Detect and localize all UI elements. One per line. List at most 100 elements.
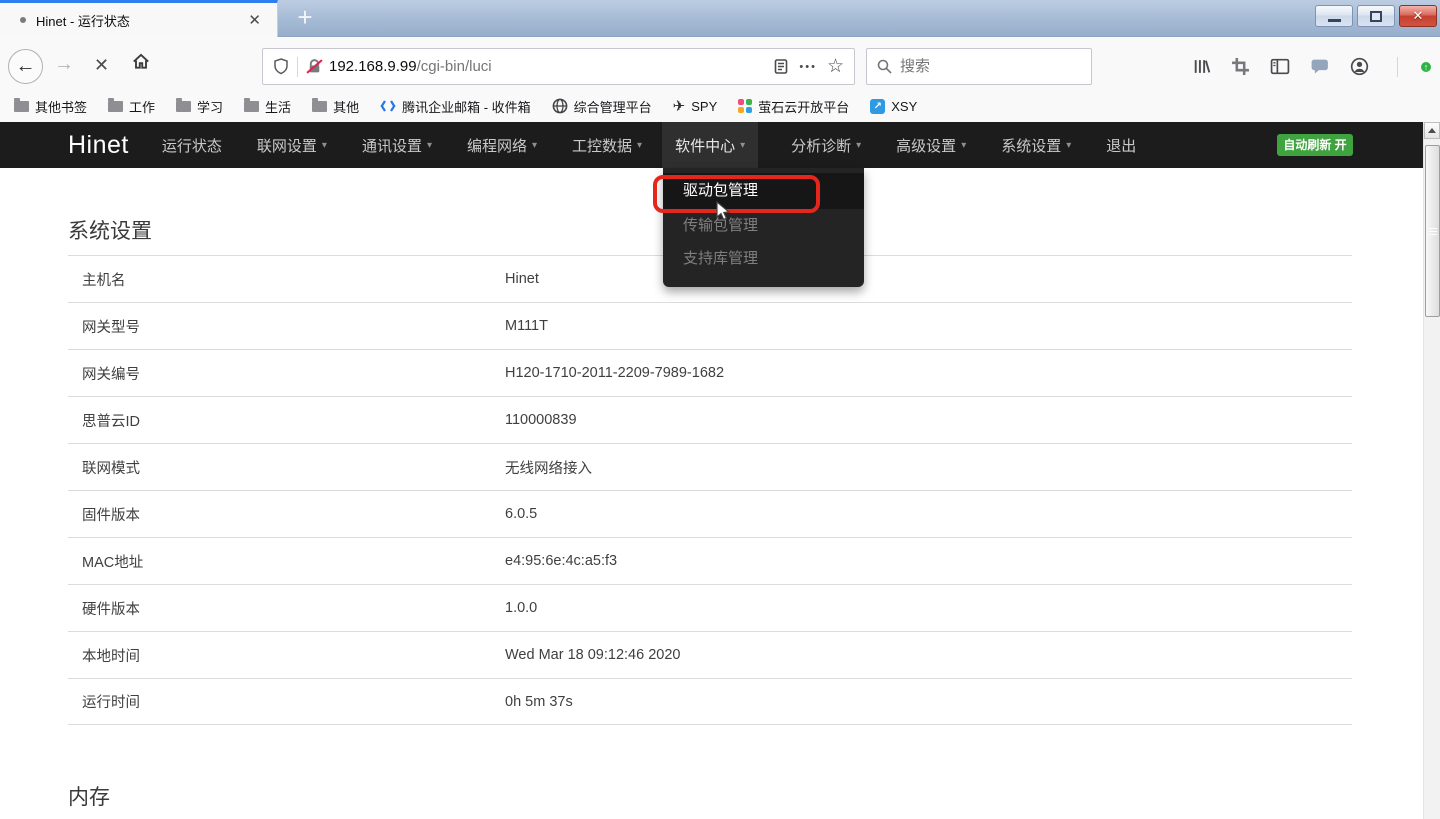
minimize-button[interactable] [1315, 5, 1353, 27]
nav-comm-settings[interactable]: 通讯设置▾ [360, 122, 434, 168]
bookmark-xsy[interactable]: ↗ XSY [870, 99, 917, 114]
search-icon [877, 59, 892, 74]
triangle-up-icon [1428, 128, 1436, 133]
chat-icon[interactable] [1310, 57, 1330, 76]
globe-icon [552, 98, 568, 114]
url-bar[interactable]: 192.168.9.99/cgi-bin/luci ••• ☆ [262, 48, 855, 85]
close-button[interactable]: ✕ [1399, 5, 1437, 27]
table-row: 网关型号M111T [68, 302, 1352, 349]
bookmark-folder-other-bookmarks[interactable]: 其他书签 [14, 97, 87, 116]
bookmark-exmail[interactable]: 腾讯企业邮箱 - 收件箱 [380, 97, 531, 116]
account-icon[interactable] [1350, 57, 1369, 76]
bookmark-mgmt-platform[interactable]: 综合管理平台 [552, 97, 652, 116]
table-row: 本地时间Wed Mar 18 09:12:46 2020 [68, 631, 1352, 678]
nav-software-center[interactable]: 软件中心▾ [662, 122, 758, 168]
browser-tab[interactable]: Hinet - 运行状态 ✕ [0, 0, 278, 37]
bookmark-folder-misc[interactable]: 其他 [312, 97, 359, 116]
folder-icon [14, 101, 29, 112]
folder-icon [244, 101, 259, 112]
chevron-down-icon: ▾ [427, 140, 432, 151]
table-row: 运行时间0h 5m 37s [68, 678, 1352, 725]
home-icon [131, 51, 151, 71]
nav-industrial-data[interactable]: 工控数据▾ [570, 122, 644, 168]
system-info-table: 主机名Hinet 网关型号M111T 网关编号H120-1710-2011-22… [68, 255, 1352, 725]
site-logo[interactable]: Hinet [68, 131, 129, 160]
scrollbar-thumb[interactable] [1425, 145, 1440, 317]
search-input[interactable] [900, 58, 1081, 75]
arrow-square-icon: ↗ [870, 99, 885, 114]
section-title-memory: 内存 [68, 781, 110, 811]
chevron-down-icon: ▾ [961, 140, 966, 151]
library-icon[interactable] [1192, 57, 1211, 76]
page-scrollbar[interactable] [1423, 122, 1440, 819]
table-row: 固件版本6.0.5 [68, 490, 1352, 537]
plane-icon: ✈ [673, 97, 686, 115]
tab-close-icon[interactable]: ✕ [244, 9, 265, 31]
nav-logout[interactable]: 退出 [1104, 122, 1138, 168]
menu-item-transfer-package[interactable]: 传输包管理 [663, 209, 864, 242]
insecure-lock-icon[interactable] [306, 58, 323, 75]
divider [297, 57, 298, 77]
stop-button[interactable]: ✕ [94, 55, 109, 76]
url-host: 192.168.9.99 [329, 58, 417, 75]
page-actions-icon[interactable]: ••• [799, 61, 817, 73]
folder-icon [108, 101, 123, 112]
chevron-down-icon: ▾ [856, 140, 861, 151]
mouse-cursor-icon [716, 201, 732, 223]
window-controls: ✕ [1315, 5, 1437, 27]
tracking-shield-icon[interactable] [273, 58, 289, 75]
bookmark-star-icon[interactable]: ☆ [827, 55, 844, 78]
search-bar[interactable] [866, 48, 1092, 85]
screenshot-icon[interactable] [1231, 57, 1250, 76]
folder-icon [176, 101, 191, 112]
bookmark-spy[interactable]: ✈ SPY [673, 97, 718, 115]
bookmark-folder-life[interactable]: 生活 [244, 97, 291, 116]
chevron-down-icon: ▾ [322, 140, 327, 151]
new-tab-button[interactable]: + [288, 2, 322, 33]
favicon-dot-icon [20, 17, 26, 23]
divider [1397, 57, 1398, 77]
bookmark-folder-study[interactable]: 学习 [176, 97, 223, 116]
nav-advanced-settings[interactable]: 高级设置▾ [894, 122, 968, 168]
table-row: 硬件版本1.0.0 [68, 584, 1352, 631]
nav-network-settings[interactable]: 联网设置▾ [255, 122, 329, 168]
update-badge-icon: ↑ [1419, 60, 1433, 74]
nav-programming-network[interactable]: 编程网络▾ [465, 122, 539, 168]
home-button[interactable] [131, 51, 151, 71]
chevron-down-icon: ▾ [1066, 140, 1071, 151]
bookmark-ezviz[interactable]: 萤石云开放平台 [738, 97, 849, 116]
bookmarks-bar: 其他书签 工作 学习 生活 其他 腾讯企业邮箱 - 收件箱 综合管理平台 ✈ S… [0, 90, 1440, 122]
site-navbar: Hinet 运行状态 联网设置▾ 通讯设置▾ 编程网络▾ 工控数据▾ 软件中心▾… [0, 122, 1423, 168]
nav-system-settings[interactable]: 系统设置▾ [999, 122, 1073, 168]
table-row: 网关编号H120-1710-2011-2209-7989-1682 [68, 349, 1352, 396]
table-row: 思普云ID110000839 [68, 396, 1352, 443]
chevron-down-icon: ▾ [740, 140, 745, 151]
table-row: MAC地址e4:95:6e:4c:a5:f3 [68, 537, 1352, 584]
minimize-icon [1328, 19, 1341, 22]
folder-icon [312, 101, 327, 112]
dots-grid-icon [738, 99, 752, 113]
nav-analysis-diagnosis[interactable]: 分析诊断▾ [789, 122, 863, 168]
url-path: /cgi-bin/luci [417, 58, 492, 75]
back-button[interactable]: ← [8, 49, 43, 84]
nav-run-status[interactable]: 运行状态 [160, 122, 224, 168]
close-icon: ✕ [1413, 8, 1424, 24]
section-title-system-settings: 系统设置 [68, 215, 152, 245]
table-row: 联网模式无线网络接入 [68, 443, 1352, 490]
scrollbar-grip-icon [1429, 226, 1437, 236]
sidebar-icon[interactable] [1270, 57, 1290, 76]
tab-strip: Hinet - 运行状态 ✕ + ✕ [0, 0, 1440, 37]
scrollbar-up-button[interactable] [1424, 122, 1440, 139]
exmail-icon [380, 99, 396, 113]
restore-button[interactable] [1357, 5, 1395, 27]
tab-title: Hinet - 运行状态 [36, 11, 244, 30]
url-text[interactable]: 192.168.9.99/cgi-bin/luci [329, 58, 492, 75]
red-highlight-annotation [653, 175, 820, 213]
bookmark-folder-work[interactable]: 工作 [108, 97, 155, 116]
toolbar-right-icons: ↑ [1192, 48, 1426, 85]
reader-mode-icon[interactable] [773, 58, 789, 75]
chevron-down-icon: ▾ [637, 140, 642, 151]
forward-button[interactable]: → [54, 53, 74, 76]
menu-item-support-library[interactable]: 支持库管理 [663, 242, 864, 275]
auto-refresh-toggle[interactable]: 自动刷新 开 [1277, 134, 1353, 156]
